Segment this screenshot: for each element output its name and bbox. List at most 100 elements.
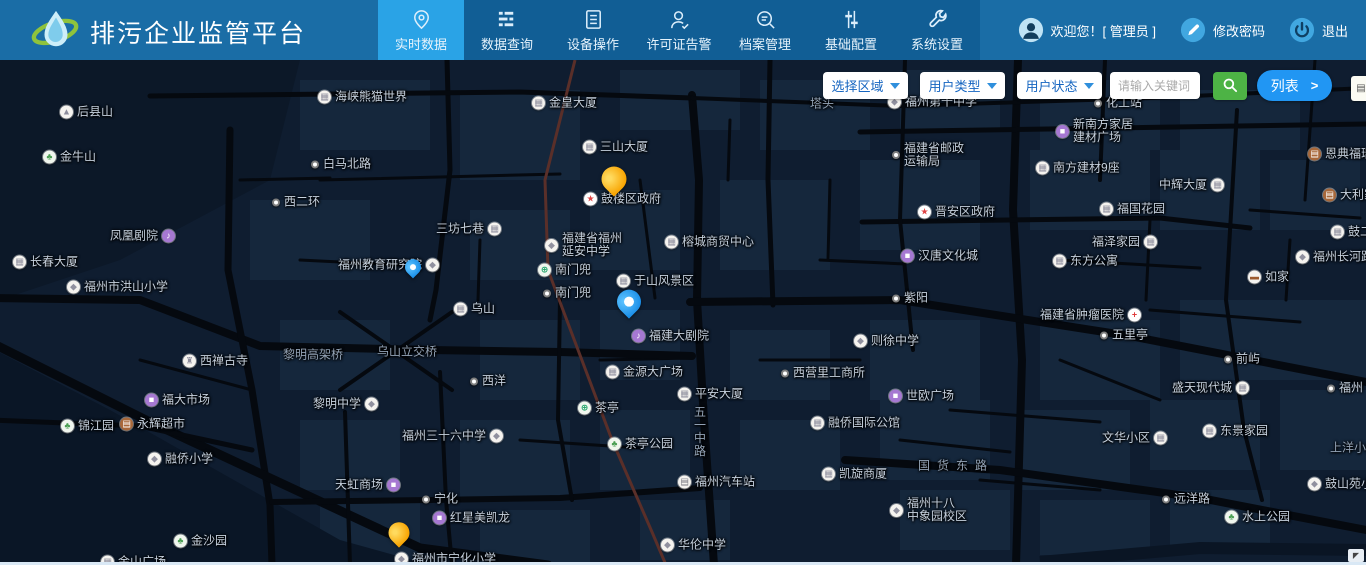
map-label-text: 紫阳 <box>904 292 928 305</box>
avatar <box>1018 17 1044 43</box>
nav-tab-system-settings[interactable]: 系统设置 <box>894 0 980 60</box>
map-poi-label: 西二环 <box>272 196 320 209</box>
change-password-button[interactable]: 修改密码 <box>1213 21 1265 40</box>
list-toggle-button[interactable]: 列表 > <box>1257 70 1332 101</box>
pin-icon <box>384 518 414 548</box>
map-poi-label: ▦东方公寓 <box>1053 255 1118 268</box>
map-label-text: 海峡熊猫世界 <box>335 91 407 104</box>
cart-icon: ▤ <box>120 418 133 431</box>
school-icon: ◆ <box>490 430 503 443</box>
map-poi-label: ▦ 乌山 <box>454 303 495 316</box>
mountain-icon: ▲ <box>60 106 73 119</box>
region-select[interactable]: 选择区域 <box>823 72 908 99</box>
map-label-text: 国货东路 <box>918 460 994 473</box>
nav-tab-basic-config[interactable]: 基础配置 <box>808 0 894 60</box>
building-icon: ▦ <box>1236 382 1249 395</box>
map-pan-control[interactable]: ◤ <box>1348 549 1364 562</box>
tree-icon: ♣ <box>174 535 187 548</box>
map-poi-label: ■新南方家居建材广场 <box>1056 118 1133 144</box>
map-poi-label: ◆福建省福州延安中学 <box>545 232 622 258</box>
app-root: ▦海峡熊猫世界▦金皇大厦塔头◆福州第十中学化工站▲后县山♣金牛山白马北路西二环▦… <box>0 0 1366 565</box>
nav-tab-realtime-data[interactable]: 实时数据 <box>378 0 464 60</box>
keyword-input[interactable] <box>1110 72 1200 99</box>
building-icon: ▦ <box>665 236 678 249</box>
overview-icon: ▤ <box>1356 83 1365 94</box>
temple-icon: ♜ <box>183 355 196 368</box>
map-label-text: 乌山 <box>471 303 495 316</box>
chevron-right-icon: > <box>1311 78 1319 93</box>
map-poi-label: ▦长春大厦 <box>13 256 78 269</box>
hospital-icon: + <box>1128 309 1141 322</box>
map-poi-label: ◆福州十八中象园校区 <box>890 497 967 523</box>
map-poi-label: ⊕南门兜 <box>538 264 591 277</box>
dot-icon <box>1094 99 1102 107</box>
dot-icon <box>1224 355 1232 363</box>
dot-icon <box>470 377 478 385</box>
tree-icon: ♣ <box>61 420 74 433</box>
map-label-text: 福州市洪山小学 <box>84 281 168 294</box>
map-label-text: 三山大厦 <box>600 141 648 154</box>
building-icon: ▦ <box>454 303 467 316</box>
map-poi-label: ▦榕城商贸中心 <box>665 236 754 249</box>
bus-icon: ▤ <box>678 476 691 489</box>
map-poi-label: ▤恩典福瑞 <box>1308 148 1366 161</box>
map-poi-label: ■世欧广场 <box>889 390 954 403</box>
city-map[interactable]: ▦海峡熊猫世界▦金皇大厦塔头◆福州第十中学化工站▲后县山♣金牛山白马北路西二环▦… <box>0 60 1366 565</box>
user-type-select[interactable]: 用户类型 <box>920 72 1005 99</box>
map-label-text: 福泽家园 <box>1092 236 1140 249</box>
shopping-icon: ■ <box>145 394 158 407</box>
dot-icon <box>272 198 280 206</box>
map-label-text: 白马北路 <box>323 158 371 171</box>
map-label-text: 金源大广场 <box>623 366 683 379</box>
pencil-icon[interactable] <box>1180 17 1206 43</box>
power-icon[interactable] <box>1289 17 1315 43</box>
map-poi-label: ★鼓楼区政府 <box>584 193 661 206</box>
dot-icon <box>892 294 900 302</box>
nav-tab-license-alert[interactable]: 许可证告警 <box>636 0 722 60</box>
map-label-text: 晋安区政府 <box>935 206 995 219</box>
map-poi-label: 天虹商场■ <box>335 479 400 492</box>
shopping-icon: ■ <box>387 479 400 492</box>
map-poi-label: ◆福州长河路 <box>1296 251 1366 264</box>
nav-tab-data-query[interactable]: 数据查询 <box>464 0 550 60</box>
school-icon: ◆ <box>545 239 558 252</box>
tree-icon: ♣ <box>608 438 621 451</box>
map-road-label: 黎明高架桥 <box>283 349 343 362</box>
building-icon: ▦ <box>1203 425 1216 438</box>
map-poi-label: ⊕茶亭 <box>578 402 619 415</box>
map-label-text: 福州 <box>1339 382 1363 395</box>
map-label-text: 中辉大厦 <box>1159 179 1207 192</box>
building-icon: ▦ <box>532 97 545 110</box>
logout-button[interactable]: 退出 <box>1322 21 1348 40</box>
chevron-down-icon <box>890 83 900 94</box>
user-status-select[interactable]: 用户状态 <box>1017 72 1102 99</box>
shopping-icon: ■ <box>1056 125 1069 138</box>
school-icon: ◆ <box>365 398 378 411</box>
map-label-text: 上洋小区 <box>1330 442 1366 455</box>
school-icon: ◆ <box>890 504 903 517</box>
list-toggle-label: 列表 <box>1271 76 1299 96</box>
map-road-label: 塔头 <box>810 98 834 111</box>
map-label-text: 福建省肿瘤医院 <box>1040 309 1124 322</box>
map-poi-label: ♣金牛山 <box>43 151 96 164</box>
shopping-icon: ■ <box>433 512 446 525</box>
map-label-text: 凤凰剧院 <box>110 230 158 243</box>
nav-tab-device-operation[interactable]: 设备操作 <box>550 0 636 60</box>
map-road-label: 五一中路 <box>694 406 706 458</box>
cart-icon: ▤ <box>1308 148 1321 161</box>
map-poi-label: ▦融侨国际公馆 <box>811 417 900 430</box>
music-icon: ♪ <box>632 330 645 343</box>
nav-tab-archive-management[interactable]: 档案管理 <box>722 0 808 60</box>
dot-icon <box>892 151 900 159</box>
map-label-text: 永辉超市 <box>137 418 185 431</box>
nav-tab-label: 设备操作 <box>567 34 619 53</box>
search-button[interactable] <box>1213 72 1247 100</box>
building-icon: ▦ <box>811 417 824 430</box>
pin-icon <box>410 8 433 31</box>
map-poi-label: 福州教育研究院◆ <box>338 259 439 272</box>
map-overview-control[interactable]: ▤ <box>1351 76 1366 101</box>
pan-arrow-icon: ◤ <box>1353 551 1359 560</box>
map-label-text: 南门兜 <box>555 287 591 300</box>
map-poi-label: ▤大利家 <box>1323 189 1366 202</box>
map-poi-label: 西营里工商所 <box>781 367 865 380</box>
